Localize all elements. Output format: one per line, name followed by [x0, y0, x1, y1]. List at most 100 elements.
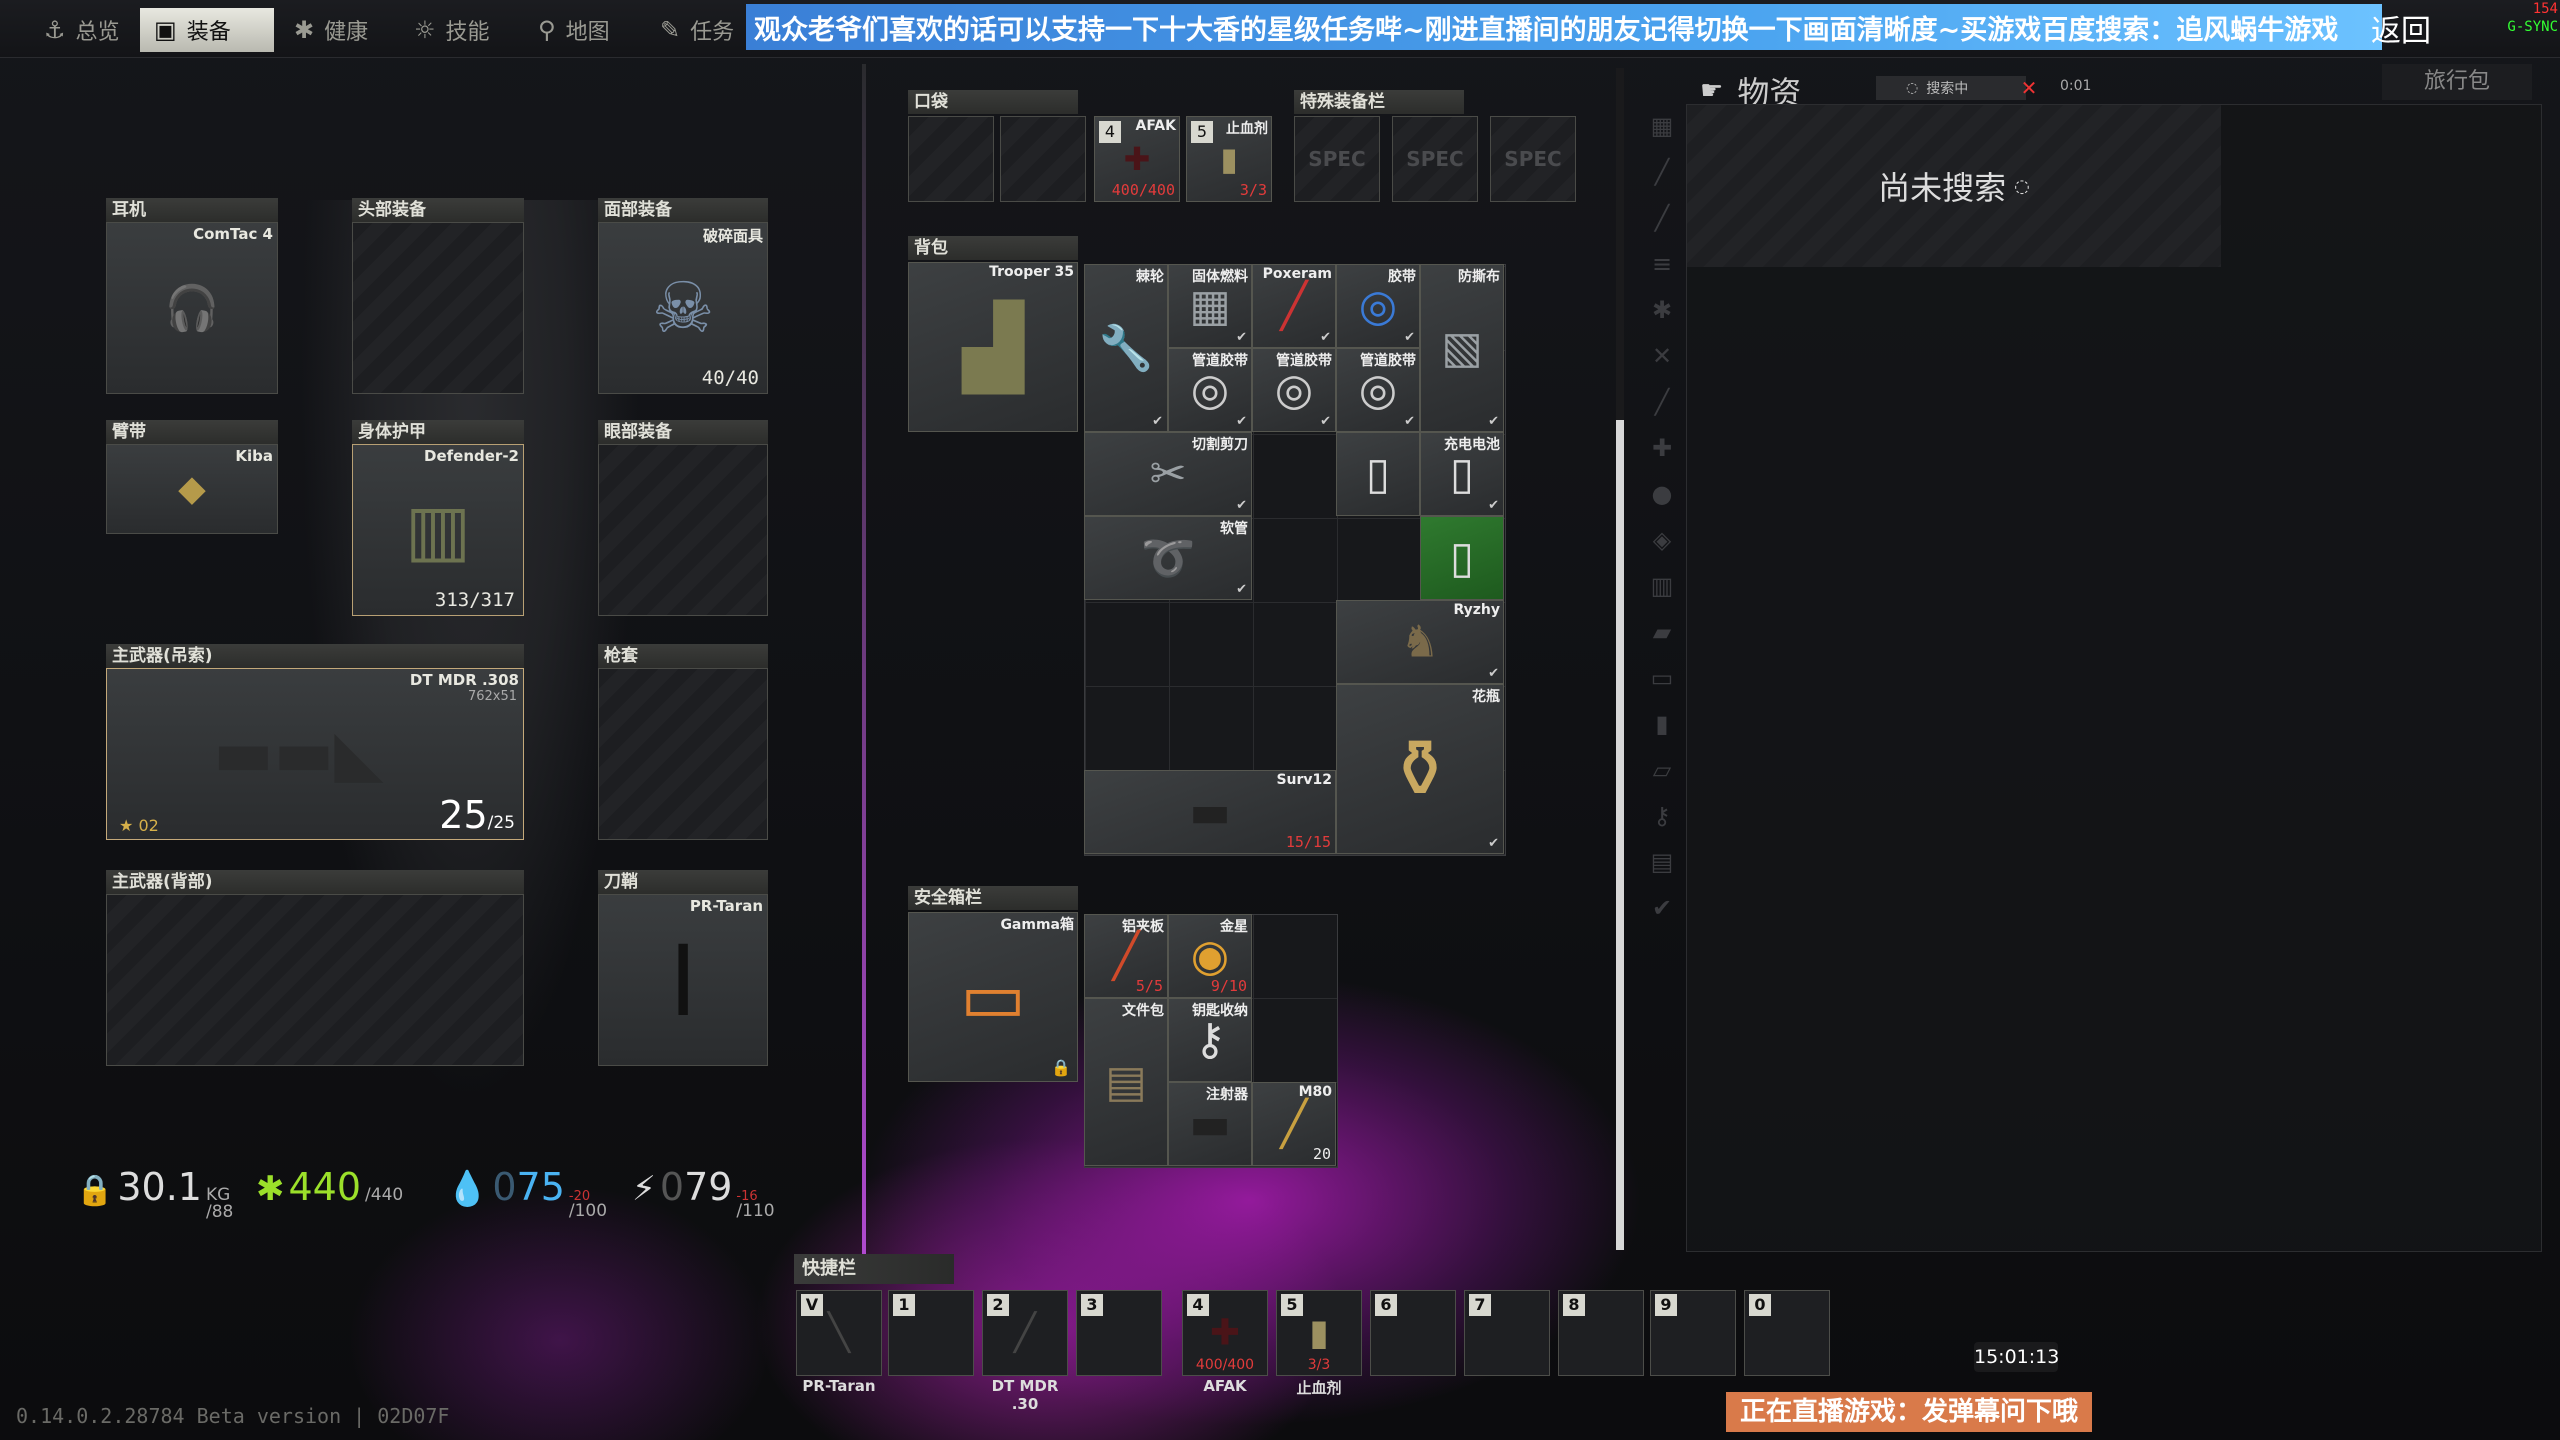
- backpack-item-pliers[interactable]: 切割剪刀 ✂ ✔: [1084, 432, 1252, 516]
- filter-melee-icon[interactable]: ✕: [1648, 342, 1676, 370]
- tab-map[interactable]: ⚲ 地图: [524, 8, 644, 52]
- secure-item-splint[interactable]: 铝夹板 ╱ 5/5: [1084, 914, 1168, 998]
- rifle-icon: ▬▬◣: [213, 717, 384, 791]
- gsync-label: G-SYNC: [2507, 19, 2558, 35]
- secure-item-documents-case[interactable]: 文件包 ▤: [1084, 998, 1168, 1166]
- backpack-item-duct-tape[interactable]: 管道胶带 ◎ ✔: [1168, 348, 1252, 432]
- backpack-item-ryzhy[interactable]: Ryzhy ♞ ✔: [1336, 600, 1504, 684]
- tab-tasks[interactable]: ✎ 任务: [646, 8, 746, 52]
- backpack-item-duct-tape[interactable]: 管道胶带 ◎ ✔: [1336, 348, 1420, 432]
- hotbar-slot[interactable]: 7: [1464, 1290, 1550, 1376]
- hotbar-slot[interactable]: 1: [888, 1290, 974, 1376]
- filter-medical-icon[interactable]: ✚: [1648, 434, 1676, 462]
- hotbar-slot[interactable]: 5 ▮ 3/3: [1276, 1290, 1362, 1376]
- backpack-item-rechargeable-battery[interactable]: 充电电池 ▯ ✔: [1420, 432, 1504, 516]
- backpack-slot[interactable]: Trooper 35 ▟: [908, 262, 1078, 432]
- special-slot-3[interactable]: SPEC: [1490, 116, 1576, 202]
- vest-icon: ▥: [404, 489, 472, 571]
- facecover-slot[interactable]: 破碎面具 ☠ 40/40: [598, 222, 768, 394]
- bodyarmor-slot[interactable]: Defender-2 ▥ 313/317: [352, 444, 524, 616]
- earpiece-slot[interactable]: ComTac 4 🎧: [106, 222, 278, 394]
- item-count: 5/5: [1135, 977, 1163, 995]
- hotbar-slot[interactable]: 0: [1744, 1290, 1830, 1376]
- filter-all-icon[interactable]: ▦: [1648, 112, 1676, 140]
- pocket-slot-2[interactable]: [1000, 116, 1086, 202]
- filter-armor-icon[interactable]: ▥: [1648, 572, 1676, 600]
- backpack-item-ripstop[interactable]: 防撕布 ▧ ✔: [1420, 264, 1504, 432]
- filter-gear-icon[interactable]: ◈: [1648, 526, 1676, 554]
- backpack-item-hose[interactable]: 软管 ➰ ✔: [1084, 516, 1252, 600]
- filter-ammo-icon[interactable]: ╱: [1648, 204, 1676, 232]
- filter-weapons-icon[interactable]: ╱: [1648, 158, 1676, 186]
- pockets-label: 口袋: [908, 90, 1078, 114]
- filter-vehicle-icon[interactable]: ▰: [1648, 618, 1676, 646]
- filter-grenades-icon[interactable]: ╱: [1648, 388, 1676, 416]
- hotbar-slot[interactable]: 3: [1076, 1290, 1162, 1376]
- filter-barter-icon[interactable]: ✱: [1648, 296, 1676, 324]
- cancel-search-button[interactable]: ✕: [2016, 76, 2042, 100]
- hotbar-slot[interactable]: 9: [1650, 1290, 1736, 1376]
- headwear-slot[interactable]: [352, 222, 524, 394]
- inventory-scrollbar-thumb[interactable]: [1616, 420, 1624, 1250]
- tab-overview[interactable]: ⚓ 总览: [30, 8, 140, 52]
- tube-icon: ╱: [1280, 280, 1308, 332]
- secure-container-label: 安全箱栏: [908, 886, 1078, 910]
- filter-info-icon[interactable]: ▱: [1648, 756, 1676, 784]
- pocket-slot-4[interactable]: 5 止血剂 ▮ 3/3: [1186, 116, 1272, 202]
- fuel-icon: ▦: [1189, 280, 1231, 332]
- weapon-level-value: 02: [138, 816, 159, 835]
- hydration-prefix: 0: [492, 1165, 517, 1209]
- filter-food-icon[interactable]: ●: [1648, 480, 1676, 508]
- backpack-item-vase[interactable]: 花瓶 ⚱ ✔: [1336, 684, 1504, 854]
- check-icon: ✔: [1488, 836, 1499, 851]
- filter-mods-icon[interactable]: ≡: [1648, 250, 1676, 278]
- headwear-label: 头部装备: [352, 198, 524, 222]
- secure-container-slot[interactable]: Gamma箱 ▭ 🔒: [908, 912, 1078, 1082]
- pocket-slot-1[interactable]: [908, 116, 994, 202]
- hotbar-slot[interactable]: 2 ╱: [982, 1290, 1068, 1376]
- secure-item-goldenstar[interactable]: 金星 ◉ 9/10: [1168, 914, 1252, 998]
- backpack-item-ratchet[interactable]: 棘轮 🔧 ✔: [1084, 264, 1168, 432]
- backpack-item-battery-highlighted[interactable]: ▯: [1420, 516, 1504, 600]
- hotbar-slot[interactable]: 6: [1370, 1290, 1456, 1376]
- secure-item-key-tool[interactable]: 钥匙收纳 ⚷: [1168, 998, 1252, 1082]
- hotbar-slot[interactable]: 4 ✚ 400/400: [1182, 1290, 1268, 1376]
- pliers-icon: ✂: [1149, 448, 1187, 500]
- filter-keys-icon[interactable]: ⚷: [1648, 802, 1676, 830]
- primary-sling-slot[interactable]: DT MDR .308 762x51 ▬▬◣ ★ 02 25/25: [106, 668, 524, 840]
- backpack-item-battery[interactable]: ▯: [1336, 432, 1420, 516]
- secure-item-injector-case[interactable]: 注射器 ▬: [1168, 1082, 1252, 1166]
- filter-docs-icon[interactable]: ▤: [1648, 848, 1676, 876]
- tab-gear[interactable]: ▣ 装备: [140, 8, 274, 52]
- backpack-item-tape[interactable]: 胶带 ◎ ✔: [1336, 264, 1420, 348]
- hotbar-slot[interactable]: 8: [1558, 1290, 1644, 1376]
- primary-back-slot[interactable]: [106, 894, 524, 1066]
- earpiece-label: 耳机: [106, 198, 278, 222]
- tab-skills[interactable]: ☼ 技能: [400, 8, 520, 52]
- filter-quest-icon[interactable]: ✔: [1648, 894, 1676, 922]
- backpack-item-poxeram[interactable]: Poxeram ╱ ✔: [1252, 264, 1336, 348]
- pocket-slot-3[interactable]: 4 AFAK ✚ 400/400: [1094, 116, 1180, 202]
- tab-health[interactable]: ✱ 健康: [280, 8, 400, 52]
- hotbar-slot-key: 1: [893, 1294, 915, 1316]
- secure-container-name: Gamma箱: [1000, 917, 1074, 933]
- backpack-item-solid-fuel[interactable]: 固体燃料 ▦ ✔: [1168, 264, 1252, 348]
- primary-sling-label: 主武器(吊索): [106, 644, 524, 668]
- eyewear-slot[interactable]: [598, 444, 768, 616]
- special-slot-2[interactable]: SPEC: [1392, 116, 1478, 202]
- special-slot-1[interactable]: SPEC: [1294, 116, 1380, 202]
- scabbard-slot[interactable]: PR-Taran ┃: [598, 894, 768, 1066]
- hotbar-item-count: 3/3: [1307, 1357, 1331, 1373]
- armband-slot[interactable]: Kiba ◆: [106, 444, 278, 534]
- filter-container-icon[interactable]: ▭: [1648, 664, 1676, 692]
- primary-sling-item-name: DT MDR .308: [409, 671, 519, 689]
- energy-max: /110: [736, 1201, 775, 1221]
- holster-slot[interactable]: [598, 668, 768, 840]
- return-button[interactable]: 返回: [2370, 6, 2432, 50]
- backpack-item-duct-tape[interactable]: 管道胶带 ◎ ✔: [1252, 348, 1336, 432]
- secure-item-m80[interactable]: M80 ╱ 20: [1252, 1082, 1336, 1166]
- hotbar-slot[interactable]: V ╲: [796, 1290, 882, 1376]
- loot-container-tab[interactable]: 旅行包: [2382, 64, 2532, 100]
- backpack-item-surv12[interactable]: Surv12 ▬ 15/15: [1084, 770, 1336, 854]
- filter-cup-icon[interactable]: ▮: [1648, 710, 1676, 738]
